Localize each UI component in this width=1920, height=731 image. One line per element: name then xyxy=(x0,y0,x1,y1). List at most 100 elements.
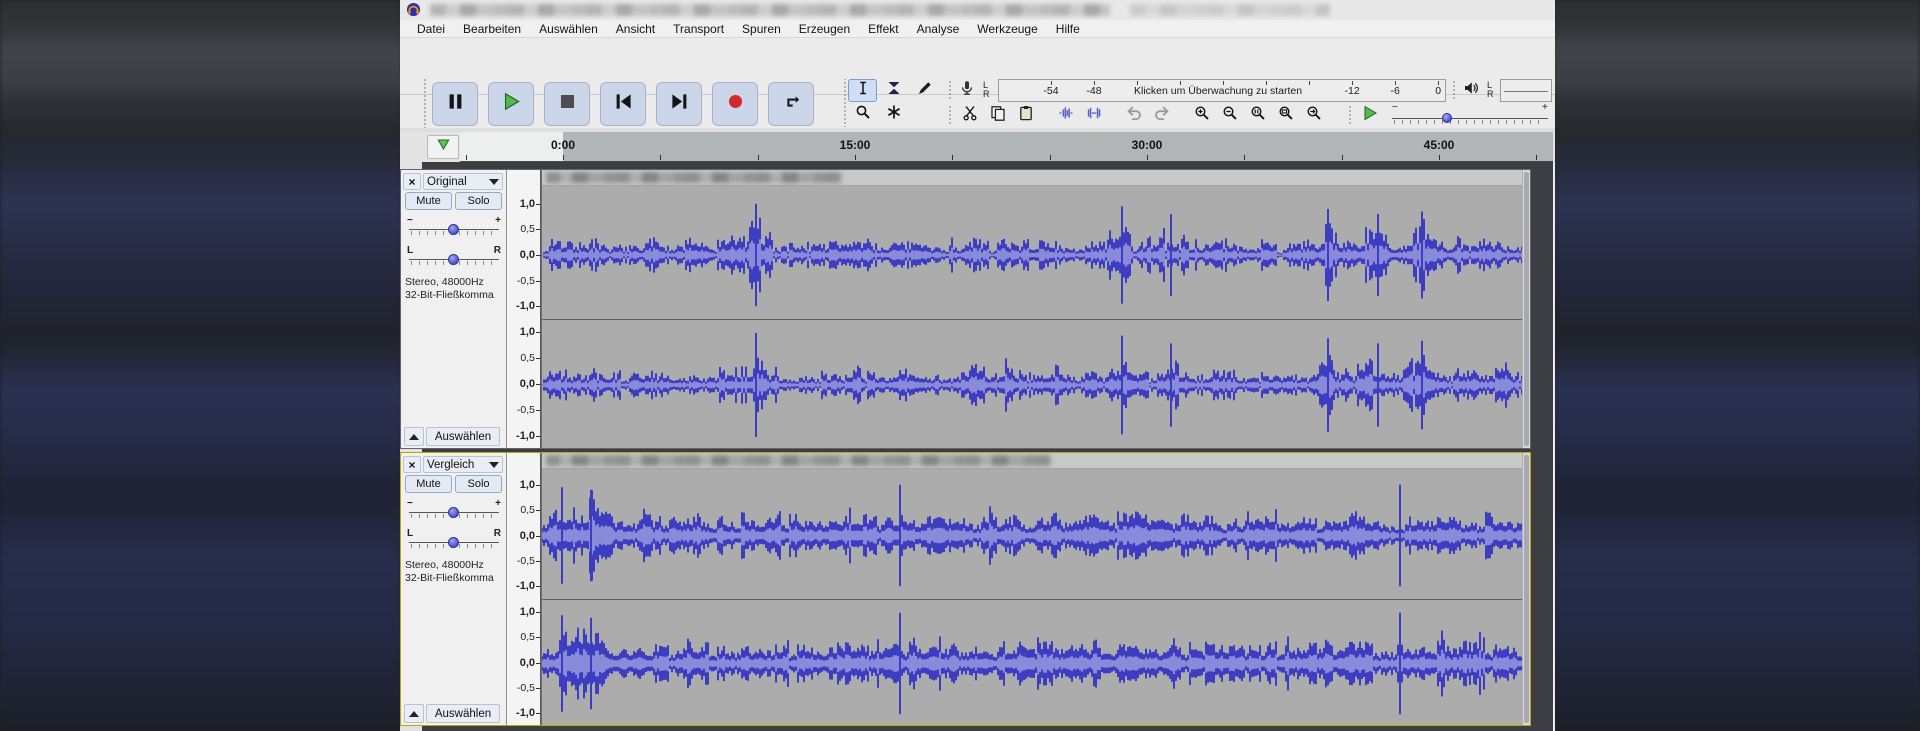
menu-item-spuren[interactable]: Spuren xyxy=(733,21,790,37)
recording-meter-mic-button[interactable] xyxy=(954,79,980,102)
edit-toolbar-grip[interactable] xyxy=(948,104,952,126)
pan-slider[interactable]: L R xyxy=(405,529,503,553)
tools-toolbar-grip[interactable] xyxy=(843,79,847,127)
solo-button[interactable]: Solo xyxy=(455,475,502,493)
gain-plus-label: + xyxy=(495,498,501,509)
vertical-scrollbar[interactable] xyxy=(1522,453,1530,725)
window-titlebar[interactable] xyxy=(400,0,1555,21)
menu-item-transport[interactable]: Transport xyxy=(664,21,733,37)
speed-slider-thumb[interactable] xyxy=(1442,113,1452,123)
gain-slider-thumb[interactable] xyxy=(448,507,459,518)
vertical-scrollbar[interactable] xyxy=(1522,170,1530,448)
collapse-track-button[interactable] xyxy=(404,704,424,723)
track-close-button[interactable]: × xyxy=(403,456,421,473)
menu-item-werkzeuge[interactable]: Werkzeuge xyxy=(968,21,1046,37)
speed-plus-label: + xyxy=(1542,102,1548,113)
audacity-logo-icon xyxy=(406,2,421,17)
pan-slider-thumb[interactable] xyxy=(448,254,459,265)
menu-item-erzeugen[interactable]: Erzeugen xyxy=(790,21,859,37)
envelope-tool-button[interactable] xyxy=(879,79,908,102)
playback-meter[interactable] xyxy=(1500,79,1552,102)
audacity-window: DateiBearbeitenAuswählenAnsichtTransport… xyxy=(400,0,1555,731)
multi-tool-button[interactable] xyxy=(879,103,908,126)
amplitude-tick xyxy=(536,485,540,486)
trim-audio-button[interactable] xyxy=(1051,104,1080,127)
track-title-button[interactable]: Vergleich xyxy=(423,456,503,473)
waveform-channel-left[interactable] xyxy=(542,191,1524,319)
menu-item-effekt[interactable]: Effekt xyxy=(859,21,907,37)
waveform-channel-right[interactable] xyxy=(542,319,1524,449)
clip-title-bar[interactable] xyxy=(542,170,1524,186)
timeline-ruler[interactable]: 0:0015:0030:0045:00 xyxy=(460,132,1553,162)
undo-button[interactable] xyxy=(1119,104,1148,127)
vertical-scale-ruler[interactable]: 1,00,50,0-0,5-1,0 1,00,50,0-0,5-1,0 xyxy=(507,453,541,725)
zoom-out-button[interactable] xyxy=(1215,104,1244,127)
solo-button[interactable]: Solo xyxy=(455,192,502,210)
menu-item-analyse[interactable]: Analyse xyxy=(908,21,969,37)
menu-item-hilfe[interactable]: Hilfe xyxy=(1047,21,1089,37)
zoom-project-button[interactable] xyxy=(1271,104,1300,127)
menu-item-ansicht[interactable]: Ansicht xyxy=(607,21,664,37)
selection-tool-button[interactable] xyxy=(848,79,877,102)
zoom-selection-button[interactable] xyxy=(1243,104,1272,127)
vertical-scale-ruler[interactable]: 1,00,50,0-0,5-1,0 1,00,50,0-0,5-1,0 xyxy=(507,170,541,448)
loop-button[interactable] xyxy=(768,82,814,126)
zoom-in-icon xyxy=(1194,105,1210,126)
pause-button[interactable] xyxy=(432,82,478,126)
play-at-speed-button[interactable] xyxy=(1355,104,1385,127)
record-button[interactable] xyxy=(712,82,758,126)
clip-title-bar[interactable] xyxy=(542,453,1524,469)
skip-to-start-button[interactable] xyxy=(600,82,646,126)
play-button[interactable] xyxy=(488,82,534,126)
transport-toolbar-grip[interactable] xyxy=(423,79,427,129)
track-vergleich-clip[interactable] xyxy=(541,453,1524,725)
track-title-button[interactable]: Original xyxy=(423,173,503,190)
amplitude-label: 1,0 xyxy=(520,479,535,491)
track-original[interactable]: × Original Mute Solo − + L R St xyxy=(400,169,1531,449)
silence-audio-button[interactable] xyxy=(1079,104,1108,127)
paste-button[interactable] xyxy=(1011,104,1040,127)
gain-slider[interactable]: − + xyxy=(405,216,503,240)
copy-button[interactable] xyxy=(983,104,1012,127)
track-name: Original xyxy=(427,176,467,188)
cut-button[interactable] xyxy=(955,104,984,127)
gain-minus-label: − xyxy=(407,498,413,509)
loop-icon xyxy=(782,92,801,116)
timeline-pin-button[interactable] xyxy=(427,135,459,159)
zoom-tool-button[interactable] xyxy=(848,103,877,126)
timeline-tick xyxy=(758,155,759,160)
toolbar-dock: L R -54-48-12-60Klicken um Überwachung z… xyxy=(400,38,1555,95)
playback-meter-grip[interactable] xyxy=(1452,79,1456,101)
stop-button[interactable] xyxy=(544,82,590,126)
gain-slider[interactable]: − + xyxy=(405,499,503,523)
play-at-speed-grip[interactable] xyxy=(1348,104,1352,126)
waveform-channel-left[interactable] xyxy=(542,472,1524,599)
zoom-in-button[interactable] xyxy=(1187,104,1216,127)
monitoring-message[interactable]: Klicken um Überwachung zu starten xyxy=(1134,85,1302,97)
track-original-clip[interactable] xyxy=(541,170,1524,448)
menu-item-bearbeiten[interactable]: Bearbeiten xyxy=(454,21,530,37)
track-close-button[interactable]: × xyxy=(403,173,421,190)
recording-meter-grip[interactable] xyxy=(948,79,952,101)
menu-item-datei[interactable]: Datei xyxy=(408,21,454,37)
pan-slider[interactable]: L R xyxy=(405,246,503,270)
select-track-button[interactable]: Auswählen xyxy=(426,427,500,446)
gain-slider-thumb[interactable] xyxy=(448,224,459,235)
redo-button[interactable] xyxy=(1147,104,1176,127)
zoom-toggle-button[interactable] xyxy=(1299,104,1328,127)
mute-button[interactable]: Mute xyxy=(405,475,452,493)
track-vergleich[interactable]: × Vergleich Mute Solo − + L R S xyxy=(400,452,1531,726)
silence-icon xyxy=(1086,105,1102,126)
skip-to-end-button[interactable] xyxy=(656,82,702,126)
pan-slider-thumb[interactable] xyxy=(448,537,459,548)
draw-tool-button[interactable] xyxy=(910,79,939,102)
playback-meter-speaker-button[interactable] xyxy=(1458,79,1484,102)
collapse-track-button[interactable] xyxy=(404,427,424,446)
amplitude-label: -1,0 xyxy=(516,300,535,312)
select-track-button[interactable]: Auswählen xyxy=(426,704,500,723)
waveform-channel-right[interactable] xyxy=(542,599,1524,726)
censored-clip-title xyxy=(546,172,842,183)
mute-button[interactable]: Mute xyxy=(405,192,452,210)
menu-item-auswhlen[interactable]: Auswählen xyxy=(530,21,607,37)
recording-meter[interactable]: -54-48-12-60Klicken um Überwachung zu st… xyxy=(998,79,1446,102)
